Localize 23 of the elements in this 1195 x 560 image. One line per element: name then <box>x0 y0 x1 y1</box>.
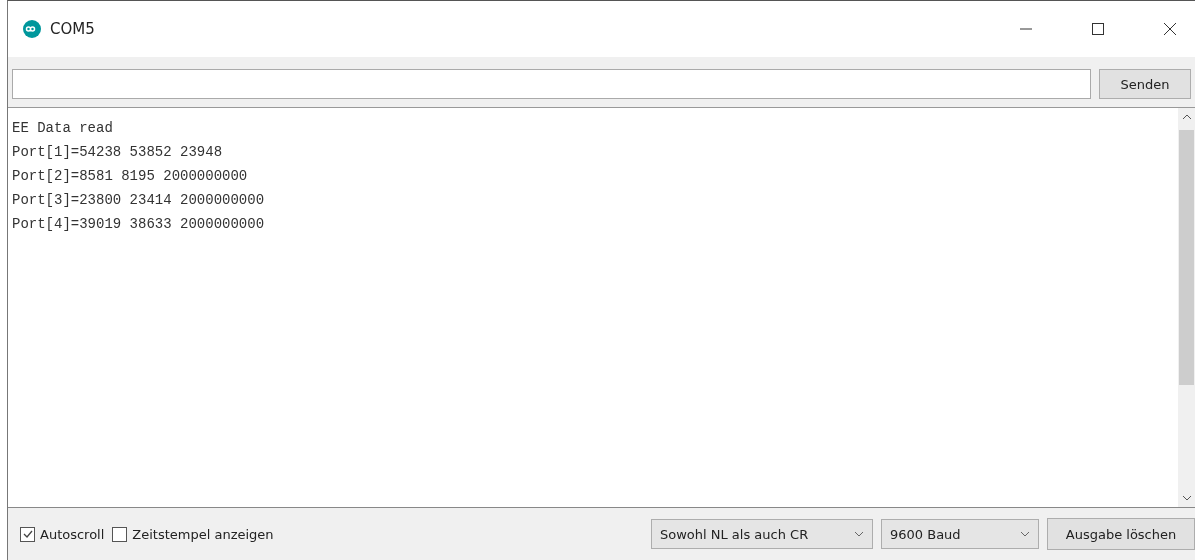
caret-icon <box>854 531 864 537</box>
maximize-icon[interactable] <box>1091 22 1105 36</box>
scrollbar-thumb[interactable] <box>1179 130 1194 385</box>
send-button[interactable]: Senden <box>1099 69 1191 99</box>
checkbox-label: Zeitstempel anzeigen <box>132 526 274 542</box>
output-line: Port[3]=23800 23414 2000000000 <box>12 191 266 210</box>
clear-output-button[interactable]: Ausgabe löschen <box>1047 518 1195 550</box>
input-field[interactable] <box>12 69 1091 99</box>
window-title: COM5 <box>50 20 95 38</box>
output-line: Port[4]=39019 38633 2000000000 <box>12 215 266 234</box>
output-line: Port[2]=8581 8195 2000000000 <box>12 167 249 186</box>
output-line: EE Data read <box>12 119 114 138</box>
app-logo-icon <box>22 19 42 39</box>
output-line: Port[1]=54238 53852 23948 <box>12 143 224 162</box>
scroll-down-icon[interactable] <box>1181 495 1192 501</box>
baud-rate-dropdown[interactable]: 9600 Baud <box>881 519 1039 549</box>
checkbox-label: Autoscroll <box>40 526 105 542</box>
scroll-up-icon[interactable] <box>1181 114 1192 120</box>
caret-icon <box>1020 531 1030 537</box>
checkbox[interactable] <box>112 526 128 542</box>
line-ending-dropdown[interactable]: Sowohl NL als auch CR <box>651 519 873 549</box>
close-icon[interactable] <box>1163 22 1177 36</box>
checkbox[interactable] <box>20 526 35 542</box>
